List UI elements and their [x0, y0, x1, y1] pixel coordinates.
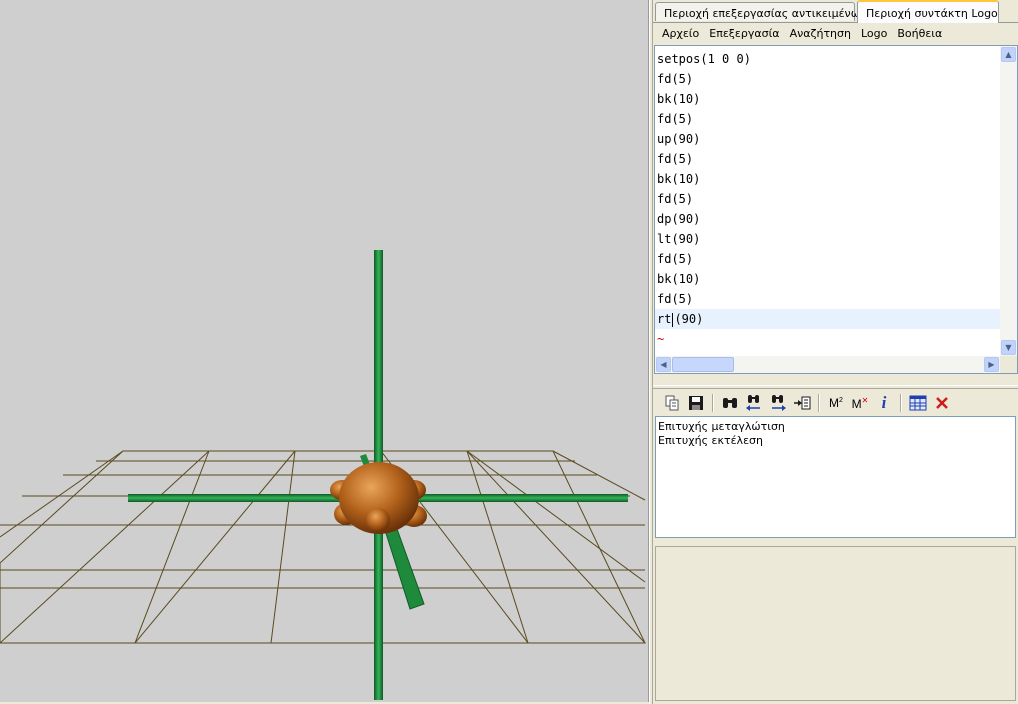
table-button[interactable] [907, 392, 929, 414]
code-line[interactable]: fd(5) [655, 149, 1000, 169]
editor-toolbar: M2 M✕ i [661, 392, 953, 414]
tab-object-editor[interactable]: Περιοχή επεξεργασίας αντικειμένων [655, 2, 866, 21]
editor-vertical-scrollbar[interactable]: ▲ ▼ [1000, 46, 1017, 356]
find-previous-icon [746, 395, 760, 411]
code-line[interactable]: up(90) [655, 129, 1000, 149]
horizontal-splitter[interactable] [653, 385, 1018, 389]
menu-help[interactable]: Βοήθεια [892, 27, 947, 40]
logo-code-editor[interactable]: setpos(1 0 0) fd(5) bk(10) fd(5) up(90) … [654, 45, 1018, 374]
code-line[interactable]: lt(90) [655, 229, 1000, 249]
code-text-after-caret: (90) [674, 312, 704, 326]
goto-line-icon [794, 396, 811, 410]
table-icon [909, 395, 927, 411]
tab-label: Περιοχή συντάκτη Logo [866, 7, 998, 20]
toolbar-separator [712, 394, 714, 412]
tab-logo-editor[interactable]: Περιοχή συντάκτη Logo [857, 0, 999, 23]
save-icon [689, 396, 703, 410]
copy-button[interactable] [661, 392, 683, 414]
scroll-down-icon[interactable]: ▼ [1001, 340, 1016, 355]
editor-horizontal-scrollbar[interactable]: ◀ ▶ [655, 356, 1000, 373]
find-button[interactable] [719, 392, 741, 414]
right-panel: Περιοχή επεξεργασίας αντικειμένων Περιοχ… [653, 0, 1018, 704]
horizontal-scroll-thumb[interactable] [672, 357, 734, 372]
find-next-button[interactable] [767, 392, 789, 414]
code-line[interactable]: setpos(1 0 0) [655, 49, 1000, 69]
code-line[interactable]: bk(10) [655, 269, 1000, 289]
bottom-panel [655, 546, 1016, 701]
scrollbar-corner [1000, 356, 1017, 373]
toolbar-separator [900, 394, 902, 412]
output-message: Επιτυχής μεταγλώτιση [658, 420, 785, 433]
code-line[interactable]: bk(10) [655, 169, 1000, 189]
3d-scene [0, 250, 646, 700]
ground-grid [0, 450, 646, 644]
code-text-before-caret: rt [657, 312, 672, 326]
memory-clear-button[interactable]: M✕ [849, 392, 871, 414]
scroll-right-icon[interactable]: ▶ [984, 357, 999, 372]
menu-edit[interactable]: Επεξεργασία [704, 27, 784, 40]
memory-button[interactable]: M2 [825, 392, 847, 414]
end-of-file-line: ~ [655, 329, 1000, 349]
info-button[interactable]: i [873, 392, 895, 414]
close-button[interactable] [931, 392, 953, 414]
find-icon [723, 398, 737, 408]
scroll-left-icon[interactable]: ◀ [656, 357, 671, 372]
menu-logo[interactable]: Logo [856, 27, 892, 40]
code-line[interactable]: fd(5) [655, 249, 1000, 269]
menu-search[interactable]: Αναζήτηση [785, 27, 856, 40]
code-lines: setpos(1 0 0) fd(5) bk(10) fd(5) up(90) … [655, 49, 1000, 349]
memory-icon: M2 [829, 396, 843, 410]
turtle-icon [330, 462, 427, 534]
close-icon [936, 397, 948, 409]
code-line[interactable]: fd(5) [655, 189, 1000, 209]
3d-viewport[interactable] [0, 0, 649, 702]
goto-line-button[interactable] [791, 392, 813, 414]
code-line[interactable]: bk(10) [655, 89, 1000, 109]
menu-bar: Αρχείο Επεξεργασία Αναζήτηση Logo Βοήθει… [653, 23, 1018, 44]
output-panel[interactable]: Επιτυχής μεταγλώτιση Επιτυχής εκτέλεση [655, 416, 1016, 538]
info-icon: i [881, 393, 887, 412]
end-of-file-marker: ~ [657, 332, 665, 346]
tab-strip: Περιοχή επεξεργασίας αντικειμένων Περιοχ… [653, 0, 1018, 23]
code-line[interactable]: fd(5) [655, 69, 1000, 89]
save-button[interactable] [685, 392, 707, 414]
tab-label: Περιοχή επεξεργασίας αντικειμένων [664, 6, 867, 20]
find-previous-button[interactable] [743, 392, 765, 414]
toolbar-separator [818, 394, 820, 412]
memory-clear-icon: M✕ [851, 395, 869, 411]
find-next-icon [772, 395, 786, 411]
code-line[interactable]: dp(90) [655, 209, 1000, 229]
code-line[interactable]: fd(5) [655, 289, 1000, 309]
copy-icon [665, 395, 679, 411]
output-message: Επιτυχής εκτέλεση [658, 434, 763, 447]
code-line[interactable]: fd(5) [655, 109, 1000, 129]
menu-file[interactable]: Αρχείο [657, 27, 704, 40]
scroll-up-icon[interactable]: ▲ [1001, 47, 1016, 62]
current-code-line[interactable]: rt (90) [655, 309, 1000, 329]
